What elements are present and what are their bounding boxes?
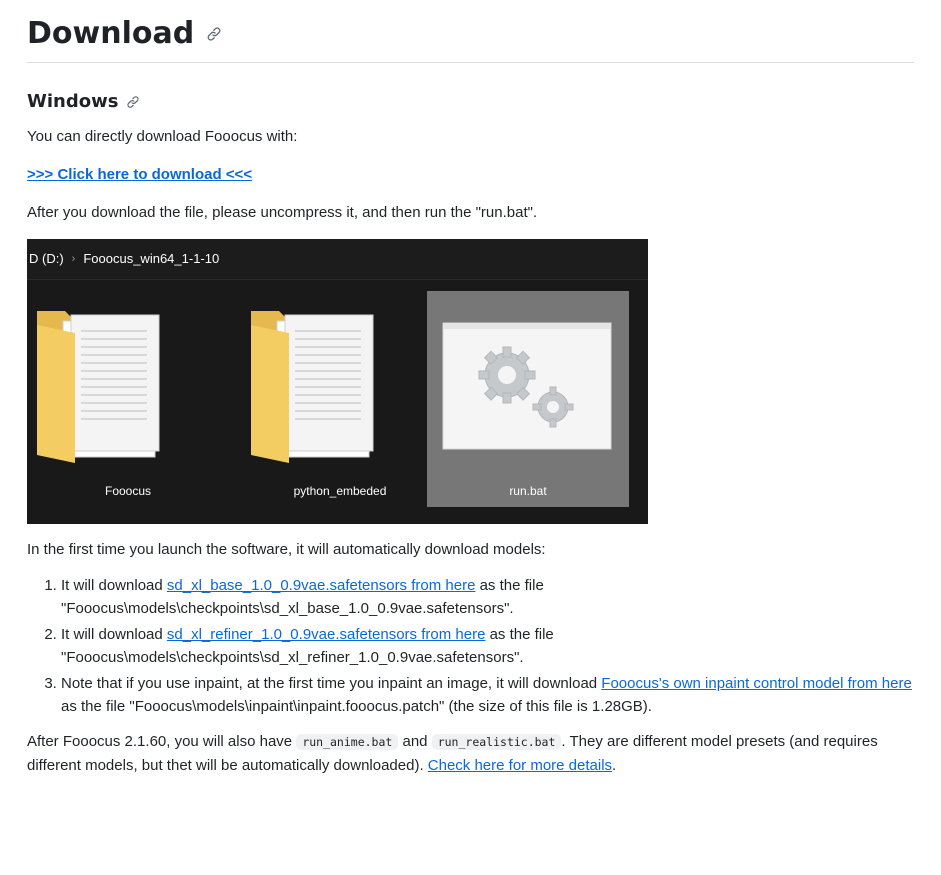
list-item: It will download sd_xl_base_1.0_0.9vae.s… bbox=[61, 574, 914, 620]
download-heading-text: Download bbox=[27, 16, 195, 51]
download-link[interactable]: >>> Click here to download <<< bbox=[27, 166, 252, 183]
step-text: as the file "Fooocus\models\inpaint\inpa… bbox=[61, 698, 652, 715]
explorer-item-run-bat: run.bat bbox=[427, 291, 629, 507]
explorer-item-fooocus: Fooocus bbox=[27, 291, 229, 507]
item-label: Fooocus bbox=[104, 484, 152, 498]
base-model-link[interactable]: sd_xl_base_1.0_0.9vae.safetensors from h… bbox=[167, 577, 476, 594]
presets-text: After Fooocus 2.1.60, you will also have bbox=[27, 733, 297, 750]
anchor-link-icon[interactable] bbox=[206, 26, 222, 42]
folder-icon bbox=[251, 311, 374, 463]
run-realistic-code: run_realistic.bat bbox=[431, 734, 562, 750]
item-label: python_embeded bbox=[293, 484, 387, 498]
explorer-screenshot: D (D:) › Fooocus_win64_1-1-10 Fooocus py… bbox=[27, 239, 648, 524]
run-anime-code: run_anime.bat bbox=[296, 734, 399, 750]
explorer-item-python-embeded: python_embeded bbox=[239, 291, 441, 507]
more-details-link[interactable]: Check here for more details bbox=[428, 757, 612, 774]
presets-paragraph: After Fooocus 2.1.60, you will also have… bbox=[27, 730, 914, 778]
breadcrumb-chevron-icon: › bbox=[71, 253, 76, 265]
item-label: run.bat bbox=[509, 484, 547, 498]
inpaint-model-link[interactable]: Fooocus's own inpaint control model from… bbox=[601, 675, 912, 692]
breadcrumb-drive: D (D:) bbox=[29, 251, 64, 266]
presets-text: and bbox=[398, 733, 432, 750]
list-item: Note that if you use inpaint, at the fir… bbox=[61, 672, 914, 718]
first-time-text: In the first time you launch the softwar… bbox=[27, 541, 546, 558]
download-steps-list: It will download sd_xl_base_1.0_0.9vae.s… bbox=[27, 574, 914, 718]
presets-text: . bbox=[612, 757, 617, 774]
download-link-paragraph: >>> Click here to download <<< bbox=[27, 163, 914, 187]
readme-page: Download Windows You can directly downlo… bbox=[0, 0, 941, 778]
heading-divider bbox=[27, 62, 914, 63]
intro-text: You can directly download Fooocus with: bbox=[27, 128, 298, 145]
list-item: It will download sd_xl_refiner_1.0_0.9va… bbox=[61, 623, 914, 669]
download-heading: Download bbox=[27, 0, 914, 54]
anchor-link-icon[interactable] bbox=[126, 95, 140, 109]
step-text: It will download bbox=[61, 577, 167, 594]
step-text: Note that if you use inpaint, at the fir… bbox=[61, 675, 602, 692]
step-text: It will download bbox=[61, 626, 167, 643]
folder-icon bbox=[37, 311, 160, 463]
windows-heading-text: Windows bbox=[27, 91, 119, 112]
after-download-text: After you download the file, please unco… bbox=[27, 204, 538, 221]
explorer-breadcrumb: D (D:) › Fooocus_win64_1-1-10 bbox=[27, 239, 648, 280]
refiner-model-link[interactable]: sd_xl_refiner_1.0_0.9vae.safetensors fro… bbox=[167, 626, 486, 643]
breadcrumb-folder: Fooocus_win64_1-1-10 bbox=[83, 251, 220, 266]
batch-file-icon bbox=[442, 322, 612, 450]
windows-heading: Windows bbox=[27, 89, 914, 115]
